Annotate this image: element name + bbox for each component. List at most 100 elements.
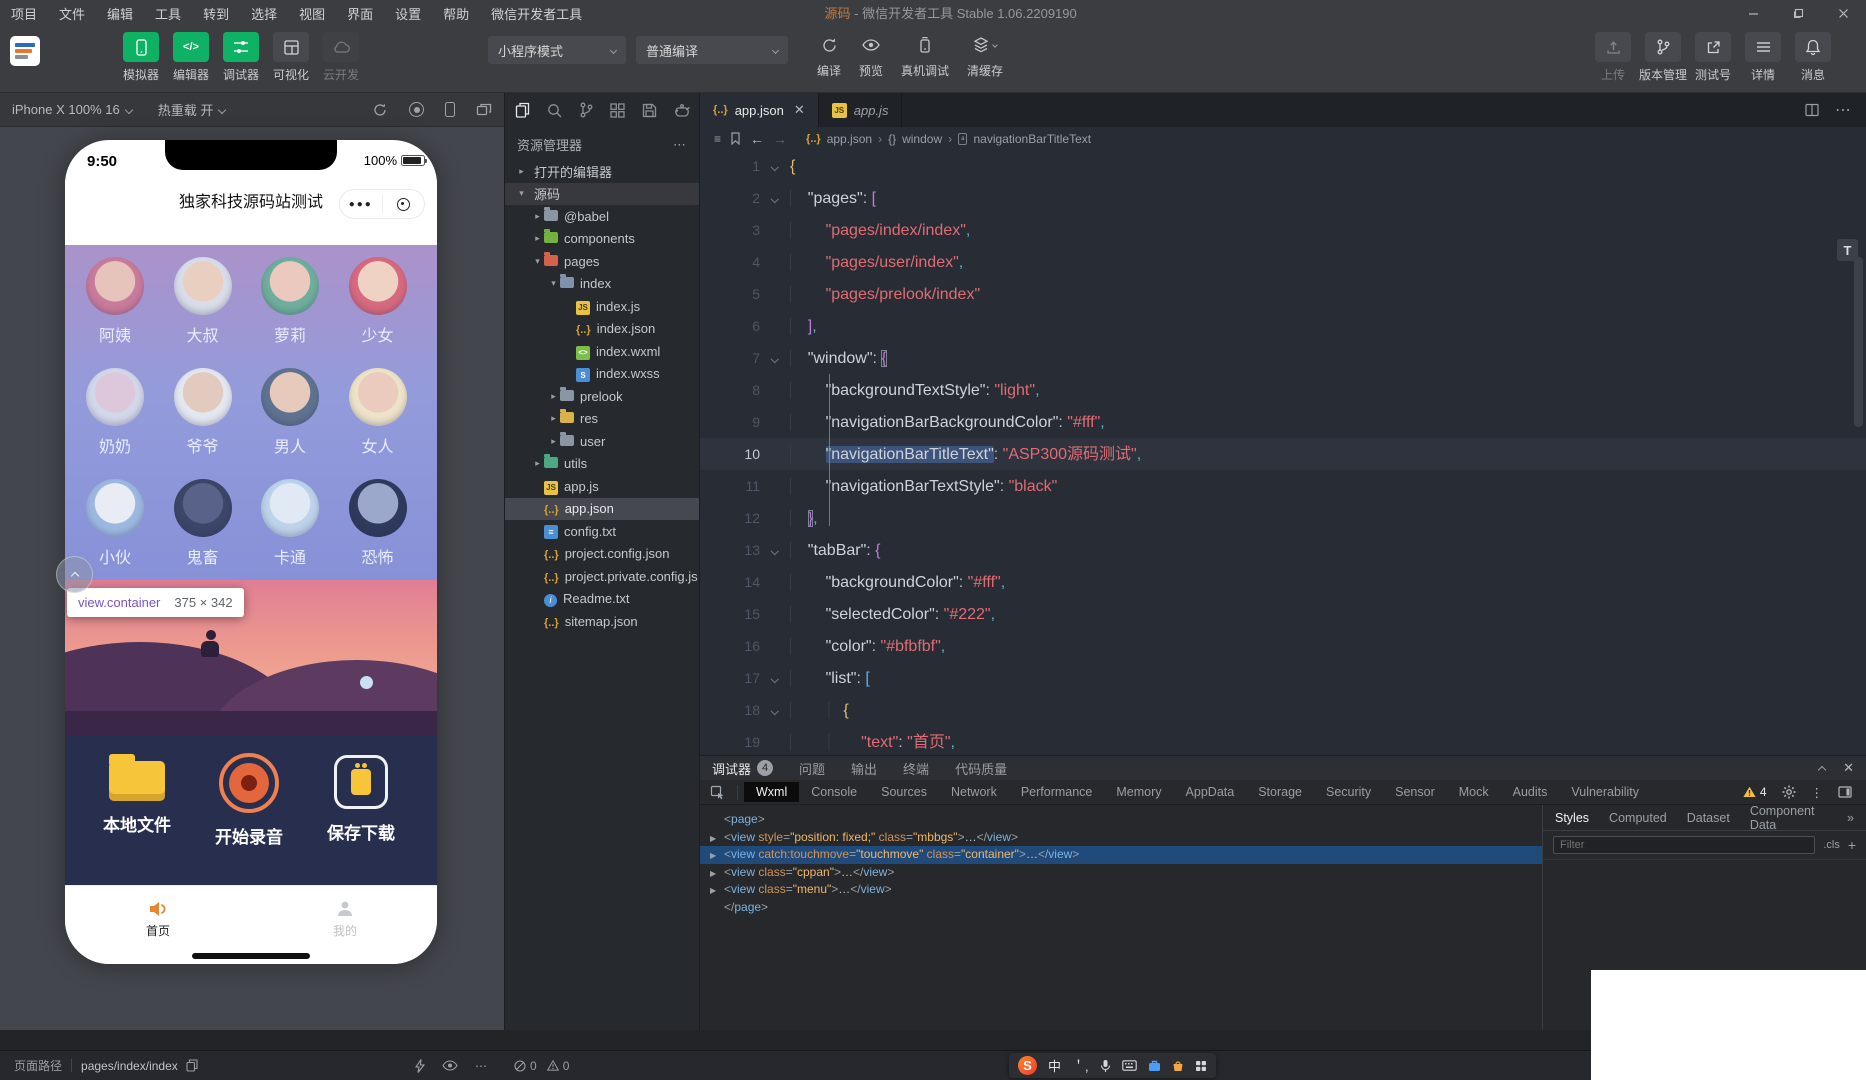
toolbar-bell-button[interactable]: 消息: [1789, 32, 1837, 83]
close-tab-icon[interactable]: ✕: [794, 102, 805, 118]
collapse-panel-icon[interactable]: [1819, 761, 1825, 776]
back-to-top-button[interactable]: [56, 556, 93, 593]
toolbar-code-button[interactable]: </>编辑器: [167, 32, 215, 83]
sogou-logo[interactable]: S: [1018, 1056, 1037, 1075]
copy-path-icon[interactable]: [186, 1059, 198, 1072]
expand-arrow-icon[interactable]: ▶: [710, 830, 724, 848]
devtools-tab-wxml[interactable]: Wxml: [744, 782, 799, 802]
styles-tab-component-data[interactable]: Component Data: [1750, 804, 1827, 832]
tree-item-index.js[interactable]: JSindex.js: [505, 295, 699, 318]
expand-arrow-icon[interactable]: ▶: [710, 847, 724, 865]
tree-item-res[interactable]: ▸res: [505, 408, 699, 431]
inspect-element-icon[interactable]: [710, 785, 725, 800]
code-line[interactable]: 7 "window": {: [700, 342, 1866, 374]
action-record-button[interactable]: 开始录音: [201, 753, 297, 848]
avatar-item[interactable]: 恐怖: [340, 479, 416, 568]
debugger-panel-tab[interactable]: 终端: [903, 759, 929, 778]
styles-tab-dataset[interactable]: Dataset: [1687, 811, 1730, 825]
ime-toolbox-icon[interactable]: [1148, 1060, 1161, 1072]
text-size-badge[interactable]: T: [1837, 239, 1858, 261]
refresh-icon[interactable]: [372, 102, 388, 118]
styles-tab-styles[interactable]: Styles: [1555, 811, 1589, 825]
tree-item-utils[interactable]: ▸utils: [505, 453, 699, 476]
performance-icon[interactable]: [415, 1059, 425, 1073]
fold-icon[interactable]: [760, 183, 790, 215]
breadcrumb-segment[interactable]: navigationBarTitleText: [973, 132, 1091, 146]
wxml-node[interactable]: ▶<view class="menu">…</view>: [700, 881, 1542, 899]
devtools-tab-storage[interactable]: Storage: [1246, 782, 1314, 802]
exit-target-icon[interactable]: [383, 198, 425, 211]
problems-counter[interactable]: 0 0: [514, 1059, 569, 1073]
devtools-tab-memory[interactable]: Memory: [1104, 782, 1173, 802]
fold-icon[interactable]: [760, 695, 790, 727]
warning-counter[interactable]: 4: [1743, 785, 1767, 799]
styles-tab-computed[interactable]: Computed: [1609, 811, 1667, 825]
avatar-item[interactable]: 小伙: [77, 479, 153, 568]
menubar-item[interactable]: 界面: [336, 4, 384, 23]
toolbar-cloud-button[interactable]: 云开发: [317, 32, 365, 83]
devtools-tab-console[interactable]: Console: [799, 782, 869, 802]
devtools-tab-sources[interactable]: Sources: [869, 782, 939, 802]
tree-item-project.config.json[interactable]: {..}project.config.json: [505, 543, 699, 566]
tree-item-[interactable]: ▸打开的编辑器: [505, 160, 699, 183]
tree-item-@babel[interactable]: ▸@babel: [505, 205, 699, 228]
avatar-item[interactable]: 奶奶: [77, 368, 153, 457]
menubar-item[interactable]: 设置: [384, 4, 432, 23]
wxml-node[interactable]: ▶<view class="cppan">…</view>: [700, 864, 1542, 882]
breadcrumb-segment[interactable]: window: [902, 132, 942, 146]
avatar-item[interactable]: 爷爷: [165, 368, 241, 457]
code-line[interactable]: 16 "color": "#bfbfbf",: [700, 630, 1866, 662]
split-editor-icon[interactable]: [1805, 103, 1819, 117]
code-line[interactable]: 8 "backgroundTextStyle": "light",: [700, 374, 1866, 406]
ime-grid-icon[interactable]: [1195, 1060, 1207, 1072]
toolbar-grid-button[interactable]: 可视化: [267, 32, 315, 83]
tree-item-index.wxml[interactable]: <>index.wxml: [505, 340, 699, 363]
nav-forward-icon[interactable]: →: [773, 131, 787, 147]
device-select[interactable]: iPhone X 100% 16: [12, 102, 132, 117]
avatar-item[interactable]: 鬼畜: [165, 479, 241, 568]
code-line[interactable]: 3 "pages/index/index",: [700, 214, 1866, 246]
blocks-icon[interactable]: [610, 103, 625, 118]
code-line[interactable]: 14 "backgroundColor": "#fff",: [700, 566, 1866, 598]
code-line[interactable]: 5 "pages/prelook/index": [700, 278, 1866, 310]
record-icon[interactable]: [409, 102, 424, 117]
editor-scrollbar[interactable]: [1854, 257, 1863, 427]
nav-back-icon[interactable]: ←: [750, 131, 764, 147]
compile-action-button[interactable]: 编译: [809, 32, 849, 79]
editor-tab-app.json[interactable]: {..}app.json✕: [700, 93, 819, 127]
menubar-item[interactable]: 编辑: [96, 4, 144, 23]
hot-reload-toggle[interactable]: 热重载 开: [158, 100, 226, 119]
compile-action-button[interactable]: 真机调试: [893, 32, 957, 79]
maximize-button[interactable]: [1776, 0, 1821, 27]
tree-item-Readme.txt[interactable]: iReadme.txt: [505, 588, 699, 611]
compile-action-button[interactable]: 清缓存: [959, 32, 1011, 79]
code-line[interactable]: 9 "navigationBarBackgroundColor": "#fff"…: [700, 406, 1866, 438]
tree-item-app.json[interactable]: {..}app.json: [505, 498, 699, 521]
wxml-node[interactable]: </page>: [700, 899, 1542, 917]
code-line[interactable]: 19 "text": "首页",: [700, 726, 1866, 755]
tree-item-pages[interactable]: ▾pages: [505, 250, 699, 273]
compile-action-button[interactable]: 预览: [851, 32, 891, 79]
tree-item-components[interactable]: ▸components: [505, 228, 699, 251]
sim-more-icon[interactable]: ⋯: [475, 1059, 487, 1073]
more-dots-icon[interactable]: ●●●: [340, 199, 382, 210]
menubar-item[interactable]: 帮助: [432, 4, 480, 23]
code-line[interactable]: 11 "navigationBarTextStyle": "black": [700, 470, 1866, 502]
devtools-tab-vulnerability[interactable]: Vulnerability: [1559, 782, 1651, 802]
devtools-more-icon[interactable]: ⋮: [1811, 785, 1824, 800]
wxml-node[interactable]: ▶<view catch:touchmove="touchmove" class…: [700, 846, 1542, 864]
debugger-panel-tab[interactable]: 输出: [851, 759, 877, 778]
tree-item-prelook[interactable]: ▸prelook: [505, 385, 699, 408]
tabbar-item-home[interactable]: 首页: [120, 899, 196, 939]
mode-select[interactable]: 小程序模式: [488, 36, 626, 64]
code-line[interactable]: 18 {: [700, 694, 1866, 726]
teapot-icon[interactable]: [674, 103, 691, 117]
tree-item-user[interactable]: ▸user: [505, 430, 699, 453]
page-path[interactable]: pages/index/index: [81, 1059, 178, 1073]
tree-item-sitemap.json[interactable]: {..}sitemap.json: [505, 610, 699, 633]
code-line[interactable]: 13 "tabBar": {: [700, 534, 1866, 566]
avatar-item[interactable]: 卡通: [252, 479, 328, 568]
avatar-item[interactable]: 萝莉: [252, 257, 328, 346]
compile-mode-select[interactable]: 普通编译: [636, 36, 788, 64]
multi-window-icon[interactable]: [476, 102, 492, 117]
